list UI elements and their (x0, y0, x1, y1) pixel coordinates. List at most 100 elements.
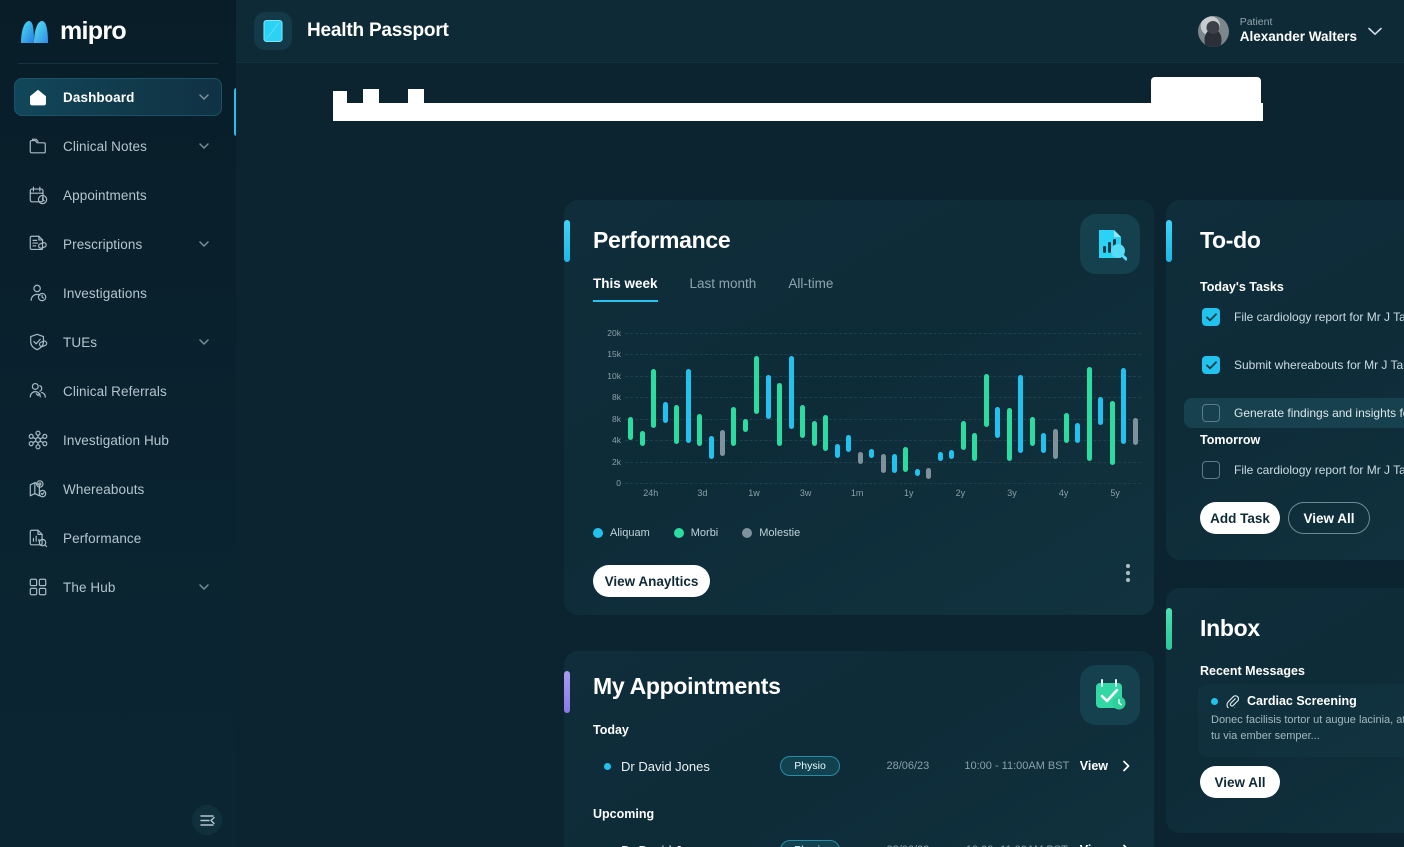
sidebar-item-label: Investigations (63, 285, 147, 301)
inbox-message[interactable]: Cardiac Screening12:04 Donec facilisis to… (1198, 684, 1404, 757)
chart-bar (754, 355, 760, 414)
chart-bar (674, 405, 680, 444)
performance-chart: 20k 15k 10k 8k 8k 4k 2k 0 24h 3d 1w 3w 1m 1y 2y 3y 4y 5y (593, 328, 1141, 498)
task-checkbox[interactable] (1202, 404, 1220, 422)
chart-bar (765, 375, 771, 419)
view-analytics-button[interactable]: View Anayltics (593, 565, 710, 597)
task-checkbox[interactable] (1202, 356, 1220, 374)
paperclip-icon (1226, 694, 1239, 708)
collapse-sidebar-button[interactable] (192, 805, 222, 835)
todo-today-list: File cardiology report for Mr J Tanner Su… (1184, 302, 1404, 446)
inbox-card: Inbox Recent Messages Cardiac Screening1… (1166, 588, 1404, 833)
chart-bar (719, 429, 725, 456)
chart-bar (1063, 413, 1069, 444)
appointment-row[interactable]: Dr David Jones Physio 28/06/23 10:00 - 11:0… (604, 753, 1132, 779)
prescription-icon (27, 233, 49, 255)
task-checkbox[interactable] (1202, 461, 1220, 479)
chart-bar (1018, 375, 1024, 453)
chart-y-tick: 8k (612, 392, 621, 403)
todo-item[interactable]: Generate findings and insights for exp. (1184, 398, 1404, 428)
chart-gridline (625, 397, 1141, 399)
sidebar-item-prescriptions[interactable]: Prescriptions (14, 225, 222, 263)
appointments-card-icon (1080, 665, 1140, 725)
chart-bar (1098, 396, 1104, 426)
chart-y-tick: 8k (612, 413, 621, 424)
todo-view-all-button[interactable]: View All (1288, 502, 1370, 534)
skeleton-bar (333, 103, 1263, 121)
appointment-type-badge: Physio (780, 840, 840, 847)
chart-bar (1029, 417, 1035, 446)
message-subject: Cardiac Screening (1247, 694, 1357, 708)
skeleton-block (1151, 77, 1261, 121)
chart-bar (1121, 367, 1127, 444)
inbox-message-list: Cardiac Screening12:04 Donec facilisis to… (1198, 684, 1404, 757)
todo-tomorrow-label: Tomorrow (1200, 433, 1261, 447)
chart-bar (880, 453, 886, 473)
chart-bar (1006, 408, 1012, 462)
task-label: File cardiology report for Mr J Tanner (1234, 310, 1404, 324)
legend-label: Molestie (759, 527, 801, 539)
location-icon (27, 478, 49, 500)
chart-x-tick: 3w (799, 488, 812, 498)
tab-this-week[interactable]: This week (593, 276, 658, 302)
sidebar-item-clinical-referrals[interactable]: Clinical Referrals (14, 372, 222, 410)
chart-x-tick: 3y (1007, 488, 1017, 498)
tab-last-month[interactable]: Last month (690, 276, 757, 302)
app-root: mipro Dashboard Clinical Notes Appointment… (0, 0, 1404, 847)
inbox-view-all-button[interactable]: View All (1200, 766, 1280, 798)
loading-skeleton (333, 77, 1263, 131)
sidebar-item-tues[interactable]: TUEs (14, 323, 222, 361)
chart-bar (914, 468, 920, 477)
todo-title: To-do (1200, 227, 1261, 253)
chart-bar (891, 453, 897, 473)
sidebar-item-the-hub[interactable]: The Hub (14, 568, 222, 606)
sidebar-item-appointments[interactable]: Appointments (14, 176, 222, 214)
chart-x-tick: 4y (1058, 488, 1069, 498)
sidebar-item-clinical-notes[interactable]: Clinical Notes (14, 127, 222, 165)
chart-bar (731, 407, 737, 446)
appointment-view-link[interactable]: View (1080, 843, 1132, 847)
appointment-view-link[interactable]: View (1080, 759, 1132, 773)
appointments-title: My Appointments (593, 673, 781, 699)
sidebar-item-label: Investigation Hub (63, 432, 170, 448)
chevron-down-icon (199, 339, 209, 346)
appointment-time: 10:00 - 11:00AM BST (964, 760, 1070, 772)
todo-item[interactable]: Submit whereabouts for Mr J Tanner (1184, 350, 1404, 380)
todo-item[interactable]: File cardiology report for Mr J Tanner (1184, 302, 1404, 332)
appointment-type-badge: Physio (780, 756, 840, 776)
sidebar-item-performance[interactable]: Performance (14, 519, 222, 557)
chevron-down-icon (199, 241, 209, 248)
brand-logo[interactable]: mipro (0, 0, 236, 63)
todo-card: To-do Today's Tasks File cardiology repo… (1166, 200, 1404, 560)
todo-tomorrow-list: File cardiology report for Mr J Tanner (1184, 455, 1404, 503)
view-label: View (1079, 759, 1108, 773)
legend-label: Morbi (690, 527, 719, 539)
chart-y-tick: 4k (612, 435, 621, 446)
todo-item[interactable]: File cardiology report for Mr J Tanner (1184, 455, 1404, 485)
task-checkbox[interactable] (1202, 308, 1220, 326)
chart-bar (995, 406, 1001, 438)
sidebar-item-dashboard[interactable]: Dashboard (14, 78, 222, 116)
sidebar-item-investigation-hub[interactable]: Investigation Hub (14, 421, 222, 459)
home-icon (27, 86, 49, 108)
chevron-down-icon (199, 143, 209, 150)
performance-menu-button[interactable] (1126, 564, 1130, 585)
brand-name: mipro (60, 17, 127, 45)
tab-all-time[interactable]: All-time (788, 276, 833, 302)
user-menu[interactable]: Patient Alexander Walters (1197, 15, 1382, 47)
legend-swatch (742, 528, 753, 538)
main-area: Health Passport Patient Alexander Walter… (236, 0, 1404, 847)
appointment-row[interactable]: Dr David JonesPhysio28/06/2310:00- 11:00… (604, 837, 1132, 847)
shield-check-icon (27, 331, 49, 353)
sidebar-nav: Dashboard Clinical Notes Appointments Presc… (0, 64, 236, 847)
chart-x-tick: 1y (904, 488, 914, 498)
performance-tabs: This week Last month All-time (593, 276, 833, 302)
chart-doc-icon (27, 527, 49, 549)
add-task-button[interactable]: Add Task (1200, 502, 1280, 534)
sidebar-item-whereabouts[interactable]: Whereabouts (14, 470, 222, 508)
user-role: Patient (1239, 15, 1273, 28)
sidebar-item-investigations[interactable]: Investigations (14, 274, 222, 312)
legend-item: Molestie (742, 527, 800, 539)
chart-bar (685, 369, 691, 444)
collapse-sidebar-icon (199, 814, 215, 826)
